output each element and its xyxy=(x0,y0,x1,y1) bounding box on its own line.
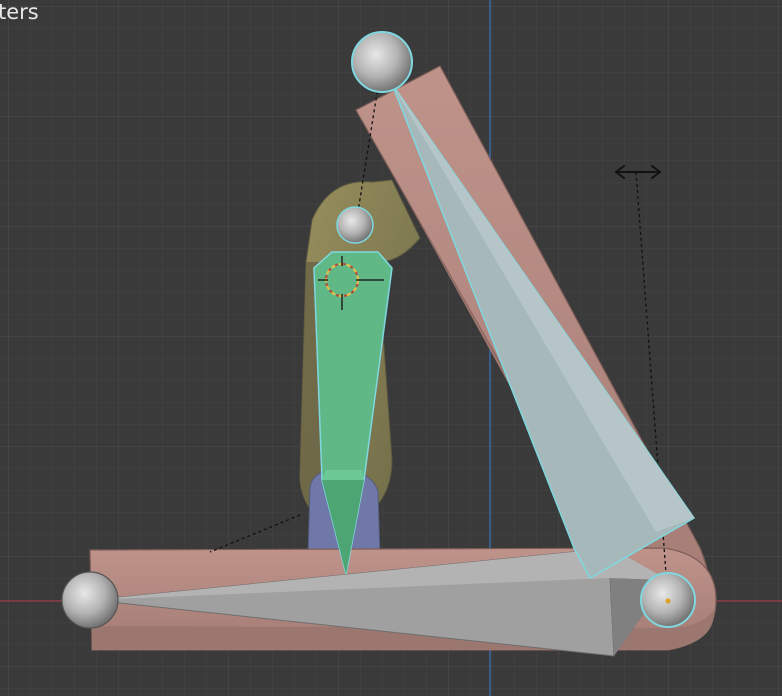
bone-joint-right[interactable] xyxy=(640,572,696,628)
3d-viewport[interactable]: ters xyxy=(0,0,782,696)
bone-joint-mid[interactable] xyxy=(336,206,374,244)
bone-joint-top[interactable] xyxy=(351,31,413,93)
bone-joint-left[interactable] xyxy=(61,571,119,629)
bone-active-green-knob xyxy=(322,470,364,480)
viewport-overlay-text: ters xyxy=(0,0,39,24)
viewport-scene[interactable] xyxy=(0,0,782,696)
